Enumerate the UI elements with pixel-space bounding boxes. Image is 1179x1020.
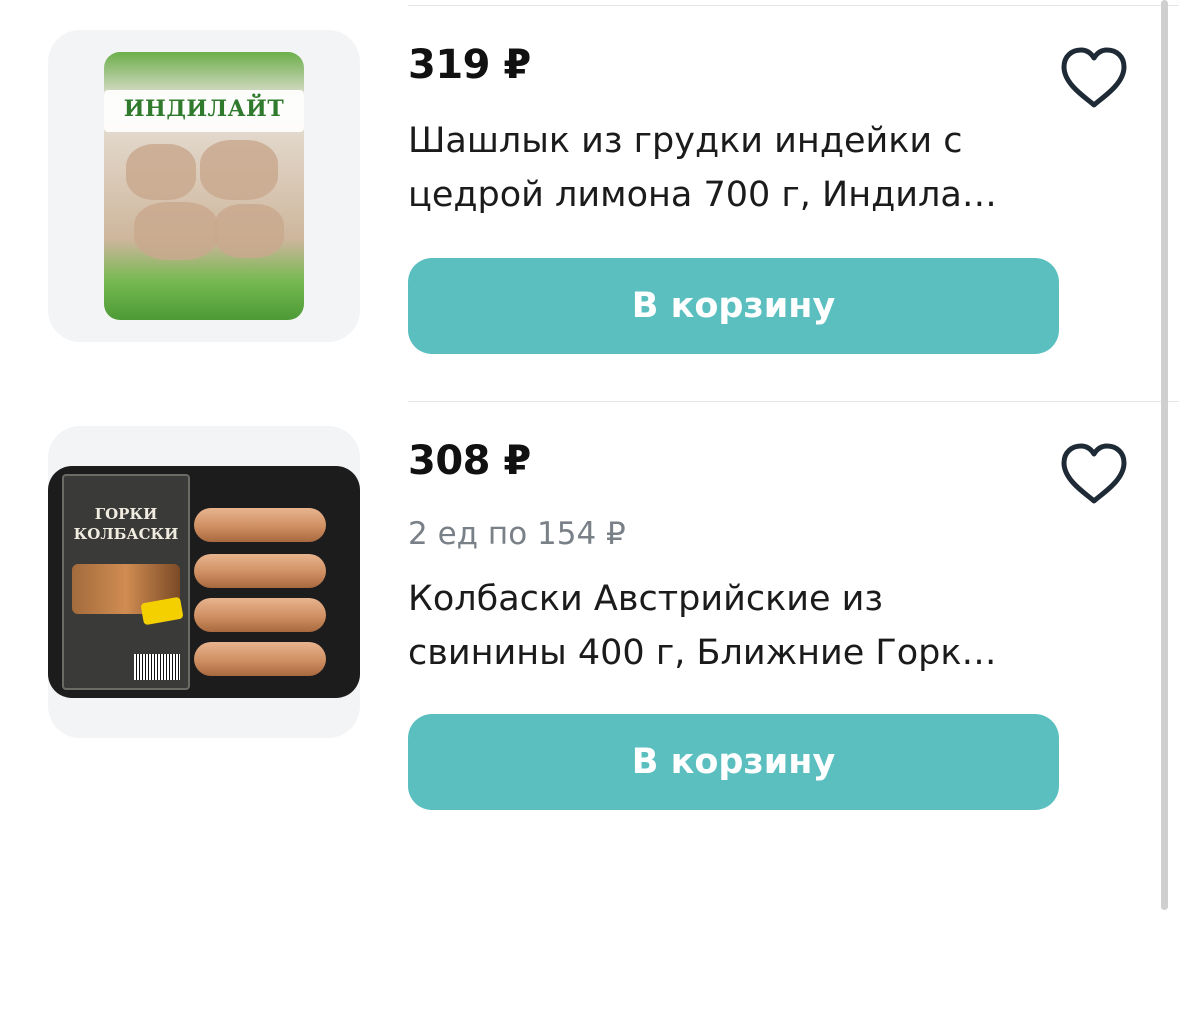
product-title[interactable]: Колбаски Австрийские из свинины 400 г, Б… bbox=[408, 572, 1048, 680]
product-image[interactable]: ГОРКИ КОЛБАСКИ bbox=[48, 426, 360, 738]
product-brand-logo: ГОРКИ КОЛБАСКИ bbox=[73, 505, 179, 543]
scrollbar[interactable] bbox=[1161, 0, 1168, 910]
product-brand-logo: ИНДИЛАЙТ bbox=[123, 96, 285, 122]
product-card[interactable]: ИНДИЛАЙТ 319 ₽ Шашлык из грудки индейки … bbox=[0, 0, 1179, 400]
product-image[interactable]: ИНДИЛАЙТ bbox=[48, 30, 360, 342]
product-price: 319 ₽ bbox=[408, 42, 531, 88]
add-to-cart-button[interactable]: В корзину bbox=[408, 258, 1059, 354]
product-title[interactable]: Шашлык из грудки индейки с цедрой лимона… bbox=[408, 114, 1048, 222]
add-to-cart-button[interactable]: В корзину bbox=[408, 714, 1059, 810]
heart-icon[interactable] bbox=[1058, 45, 1130, 111]
product-package-turkey: ИНДИЛАЙТ bbox=[104, 52, 304, 320]
product-unit-price: 2 ед по 154 ₽ bbox=[408, 516, 626, 552]
heart-icon[interactable] bbox=[1058, 441, 1130, 507]
product-price: 308 ₽ bbox=[408, 438, 531, 484]
product-card[interactable]: ГОРКИ КОЛБАСКИ 308 ₽ 2 ед по 154 ₽ Колба… bbox=[0, 402, 1179, 842]
product-package-sausages: ГОРКИ КОЛБАСКИ bbox=[48, 466, 360, 698]
